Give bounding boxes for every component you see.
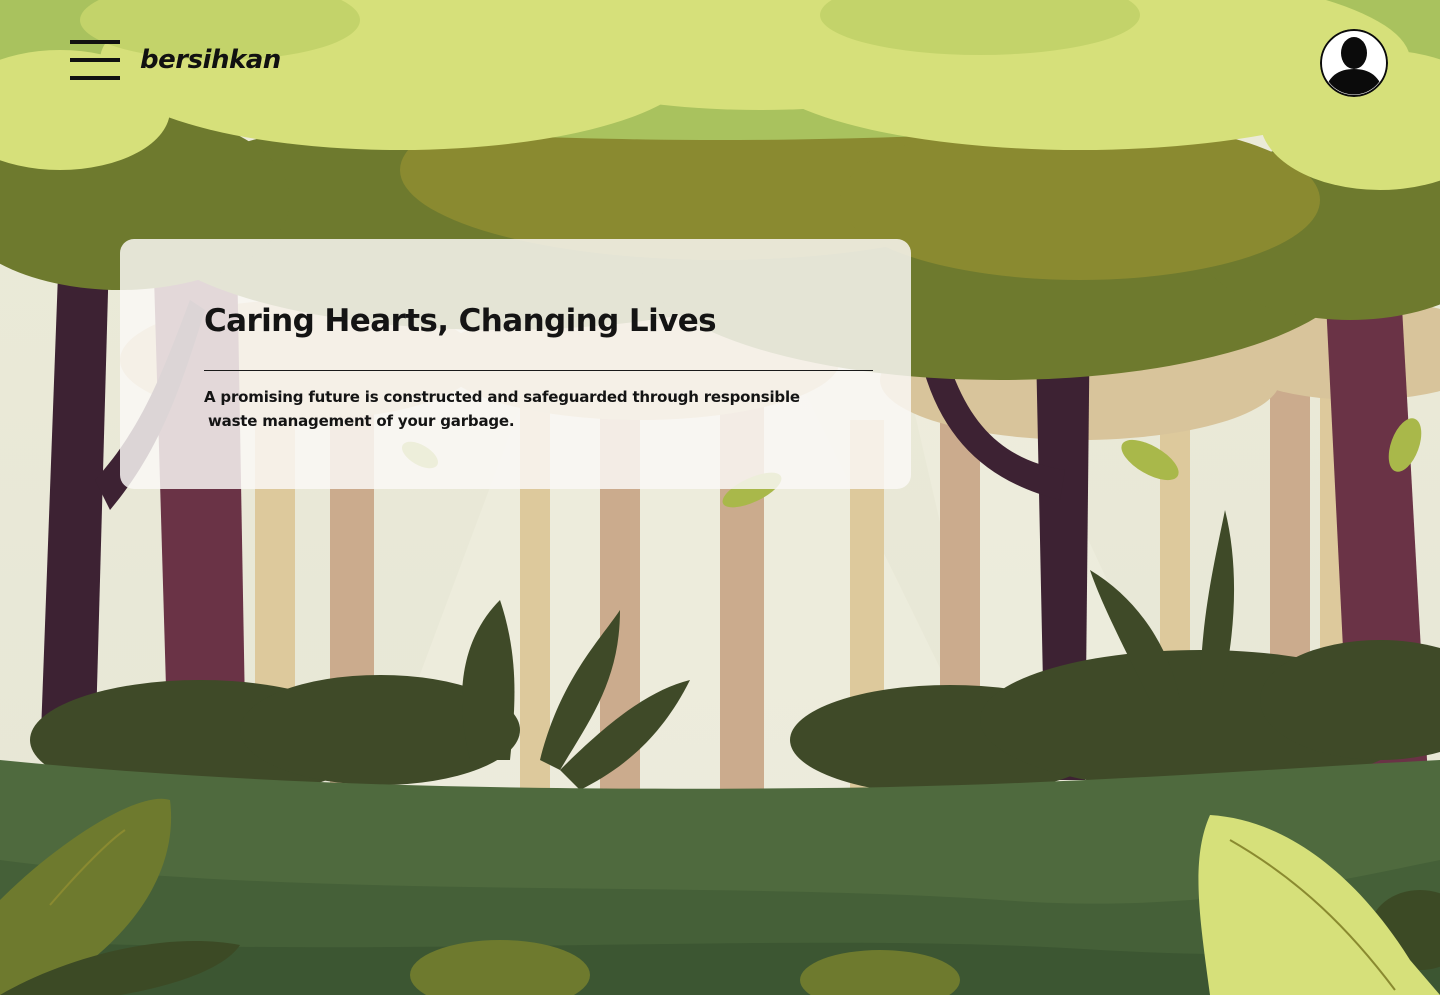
hero-card: Caring Hearts, Changing Lives A promisin… [120, 239, 911, 489]
forest-background [0, 0, 1440, 995]
hero-description-line: A promising future is constructed and sa… [204, 388, 800, 406]
menu-button[interactable] [70, 40, 120, 80]
hero-description: A promising future is constructed and sa… [204, 385, 804, 433]
brand-logo[interactable]: bersihkan [140, 40, 281, 80]
user-avatar-icon[interactable] [1320, 29, 1388, 97]
hero-description-line: waste management of your garbage. [208, 412, 515, 430]
menu-bar [70, 76, 120, 80]
hero-title: Caring Hearts, Changing Lives [204, 303, 717, 339]
hero-divider [204, 370, 873, 371]
menu-bar [70, 58, 120, 62]
page: bersihkan Caring Hearts, Changing Lives … [0, 0, 1440, 995]
menu-bar [70, 40, 120, 44]
